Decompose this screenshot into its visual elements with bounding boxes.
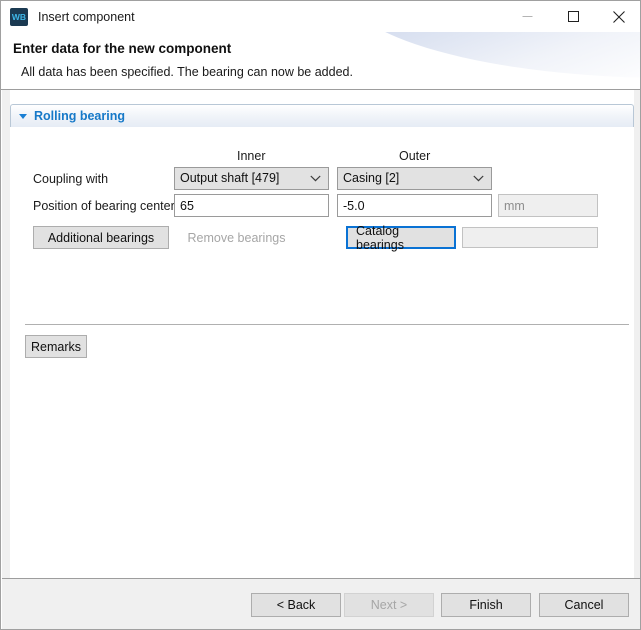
combobox-coupling-outer[interactable]: Casing [2] bbox=[337, 167, 492, 190]
chevron-down-icon[interactable] bbox=[307, 175, 323, 182]
content-right-edge bbox=[634, 90, 641, 578]
maximize-icon[interactable] bbox=[550, 1, 596, 32]
rolling-bearing-section: Rolling bearing Inner Outer Coupling wit… bbox=[10, 104, 634, 141]
label-position-of-bearing-center: Position of bearing center bbox=[33, 199, 175, 213]
form-divider bbox=[25, 324, 629, 325]
catalog-bearings-field bbox=[462, 227, 598, 248]
remove-bearings-button: Remove bearings bbox=[174, 226, 299, 249]
insert-component-dialog: WB Insert component Enter data for the n… bbox=[0, 0, 641, 630]
input-position-unit bbox=[498, 194, 598, 217]
combobox-coupling-inner[interactable]: Output shaft [479] bbox=[174, 167, 329, 190]
back-button[interactable]: < Back bbox=[251, 593, 341, 617]
remarks-button[interactable]: Remarks bbox=[25, 335, 87, 358]
section-header[interactable]: Rolling bearing bbox=[10, 104, 634, 127]
combobox-coupling-inner-value: Output shaft [479] bbox=[180, 168, 307, 189]
input-position-inner[interactable] bbox=[174, 194, 329, 217]
triangle-down-icon[interactable] bbox=[19, 114, 27, 119]
section-title: Rolling bearing bbox=[34, 109, 125, 123]
wizard-header: Enter data for the new component All dat… bbox=[2, 32, 641, 89]
chevron-down-icon[interactable] bbox=[470, 175, 486, 182]
section-body-spacer bbox=[10, 127, 634, 141]
label-coupling-with: Coupling with bbox=[33, 172, 108, 186]
content-left-edge bbox=[2, 90, 10, 578]
cancel-button[interactable]: Cancel bbox=[539, 593, 629, 617]
catalog-bearings-button[interactable]: Catalog bearings bbox=[346, 226, 456, 249]
input-position-outer[interactable] bbox=[337, 194, 492, 217]
additional-bearings-button[interactable]: Additional bearings bbox=[33, 226, 169, 249]
combobox-coupling-outer-value: Casing [2] bbox=[343, 168, 470, 189]
window-controls bbox=[504, 1, 641, 32]
page-title: Enter data for the new component bbox=[13, 41, 231, 56]
next-button: Next > bbox=[344, 593, 434, 617]
column-header-outer: Outer bbox=[399, 149, 430, 163]
title-bar: WB Insert component bbox=[1, 1, 641, 32]
content-area: Rolling bearing Inner Outer Coupling wit… bbox=[2, 90, 641, 578]
close-icon[interactable] bbox=[596, 1, 641, 32]
finish-button[interactable]: Finish bbox=[441, 593, 531, 617]
minimize-icon[interactable] bbox=[504, 1, 550, 32]
app-icon: WB bbox=[10, 8, 28, 26]
header-decoration bbox=[341, 32, 641, 78]
wizard-footer: < Back Next > Finish Cancel bbox=[2, 578, 641, 630]
page-subtitle: All data has been specified. The bearing… bbox=[21, 65, 353, 79]
column-header-inner: Inner bbox=[237, 149, 266, 163]
window-title: Insert component bbox=[38, 10, 135, 24]
